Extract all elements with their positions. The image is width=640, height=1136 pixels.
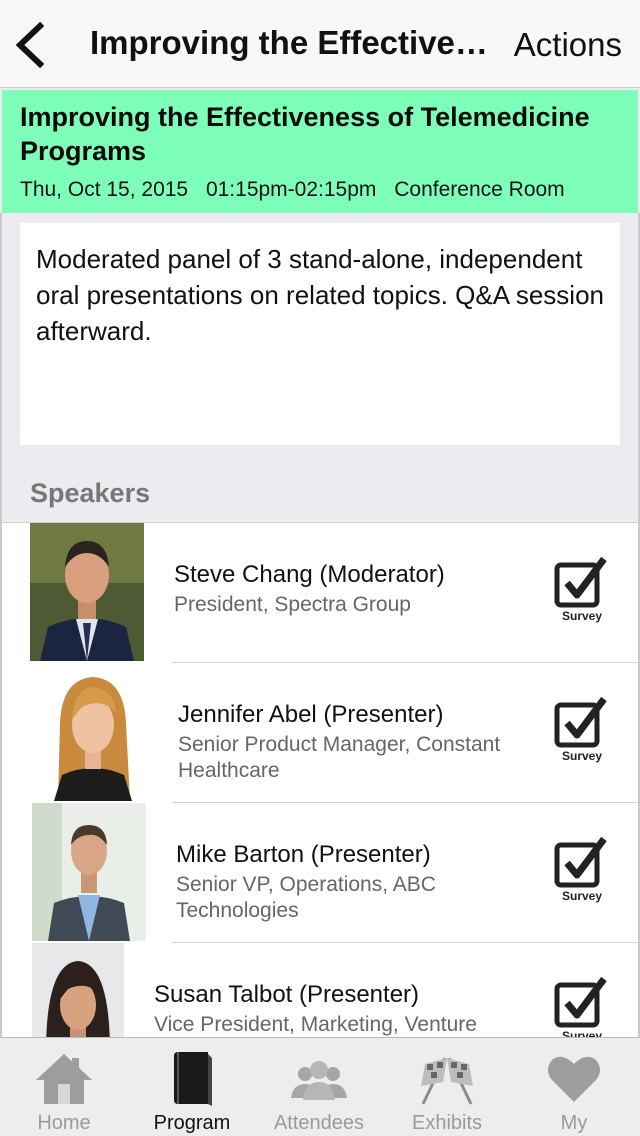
survey-button[interactable]: Survey xyxy=(554,695,610,765)
tab-home[interactable]: Home xyxy=(2,1038,126,1136)
session-title: Improving the Effectiveness of Telemedic… xyxy=(20,102,590,166)
speaker-role: President, Spectra Group xyxy=(174,593,411,616)
speaker-info: Steve Chang (Moderator) President, Spect… xyxy=(174,561,534,618)
speaker-list: Steve Chang (Moderator) President, Spect… xyxy=(2,522,638,1037)
survey-button[interactable]: Survey xyxy=(554,975,610,1037)
survey-checkbox-icon xyxy=(554,976,607,1028)
speaker-info: Jennifer Abel (Presenter) Senior Product… xyxy=(178,701,538,784)
speaker-photo xyxy=(30,523,144,661)
content-area[interactable]: Moderated panel of 3 stand-alone, indepe… xyxy=(0,213,640,1037)
survey-button[interactable]: Survey xyxy=(554,835,610,905)
speaker-photo xyxy=(32,803,146,941)
session-location: Conference Room xyxy=(394,178,565,201)
speaker-info: Susan Talbot (Presenter) Vice President,… xyxy=(154,981,514,1037)
chevron-left-icon xyxy=(15,21,45,69)
tab-attendees[interactable]: Attendees xyxy=(257,1038,381,1136)
session-header: Improving the Effectiveness of Telemedic… xyxy=(2,90,638,213)
tab-label: Exhibits xyxy=(411,1112,483,1134)
speaker-photo xyxy=(32,943,124,1037)
survey-label: Survey xyxy=(561,609,603,623)
tab-exhibits[interactable]: Exhibits xyxy=(385,1038,509,1136)
survey-label: Survey xyxy=(561,749,603,763)
tab-label: Program xyxy=(153,1112,231,1134)
checkered-flags-icon xyxy=(421,1057,473,1105)
heart-icon xyxy=(548,1056,600,1102)
speakers-heading: Speakers xyxy=(30,478,151,508)
speaker-row[interactable]: Mike Barton (Presenter) Senior VP, Opera… xyxy=(2,803,638,943)
page-title: Improving the Effectiveness of Telemedic… xyxy=(90,24,490,61)
speaker-role: Senior Product Manager, Constant Healthc… xyxy=(178,733,501,782)
tab-my[interactable]: My xyxy=(512,1038,636,1136)
speaker-name: Mike Barton (Presenter) xyxy=(176,841,431,868)
speaker-row[interactable]: Jennifer Abel (Presenter) Senior Product… xyxy=(2,663,638,803)
survey-checkbox-icon xyxy=(554,696,607,748)
survey-checkbox-icon xyxy=(554,556,607,608)
speaker-role: Senior VP, Operations, ABC Technologies xyxy=(176,873,436,922)
actions-button[interactable]: Actions xyxy=(514,26,622,64)
survey-checkbox-icon xyxy=(554,836,607,888)
people-icon xyxy=(291,1061,347,1100)
tab-label: Home xyxy=(37,1112,91,1134)
session-time: 01:15pm-02:15pm xyxy=(205,178,377,201)
speaker-name: Steve Chang (Moderator) xyxy=(174,561,445,588)
session-description: Moderated panel of 3 stand-alone, indepe… xyxy=(20,223,620,445)
tab-label: My xyxy=(560,1112,588,1134)
speaker-row[interactable]: Steve Chang (Moderator) President, Spect… xyxy=(2,523,638,663)
back-button[interactable] xyxy=(14,21,48,69)
speaker-role: Vice President, Marketing, Venture xyxy=(154,1013,477,1036)
navigation-bar: Improving the Effectiveness of Telemedic… xyxy=(0,0,640,88)
survey-label: Survey xyxy=(561,889,603,903)
session-date: Thu, Oct 15, 2015 xyxy=(20,178,189,201)
speaker-photo xyxy=(36,663,150,801)
speaker-name: Jennifer Abel (Presenter) xyxy=(178,701,444,728)
book-icon xyxy=(174,1052,212,1106)
tab-label: Attendees xyxy=(273,1112,365,1134)
home-icon xyxy=(36,1054,92,1104)
tab-program[interactable]: Program xyxy=(130,1038,254,1136)
session-meta: Thu, Oct 15, 2015 01:15pm-02:15pm Confer… xyxy=(20,178,620,202)
survey-button[interactable]: Survey xyxy=(554,555,610,625)
speaker-name: Susan Talbot (Presenter) xyxy=(154,981,420,1008)
tab-bar: Home Program Attendees Exhibits My xyxy=(0,1037,640,1136)
survey-label: Survey xyxy=(561,1029,603,1037)
speaker-info: Mike Barton (Presenter) Senior VP, Opera… xyxy=(176,841,536,924)
speaker-row[interactable]: Susan Talbot (Presenter) Vice President,… xyxy=(2,943,638,1037)
